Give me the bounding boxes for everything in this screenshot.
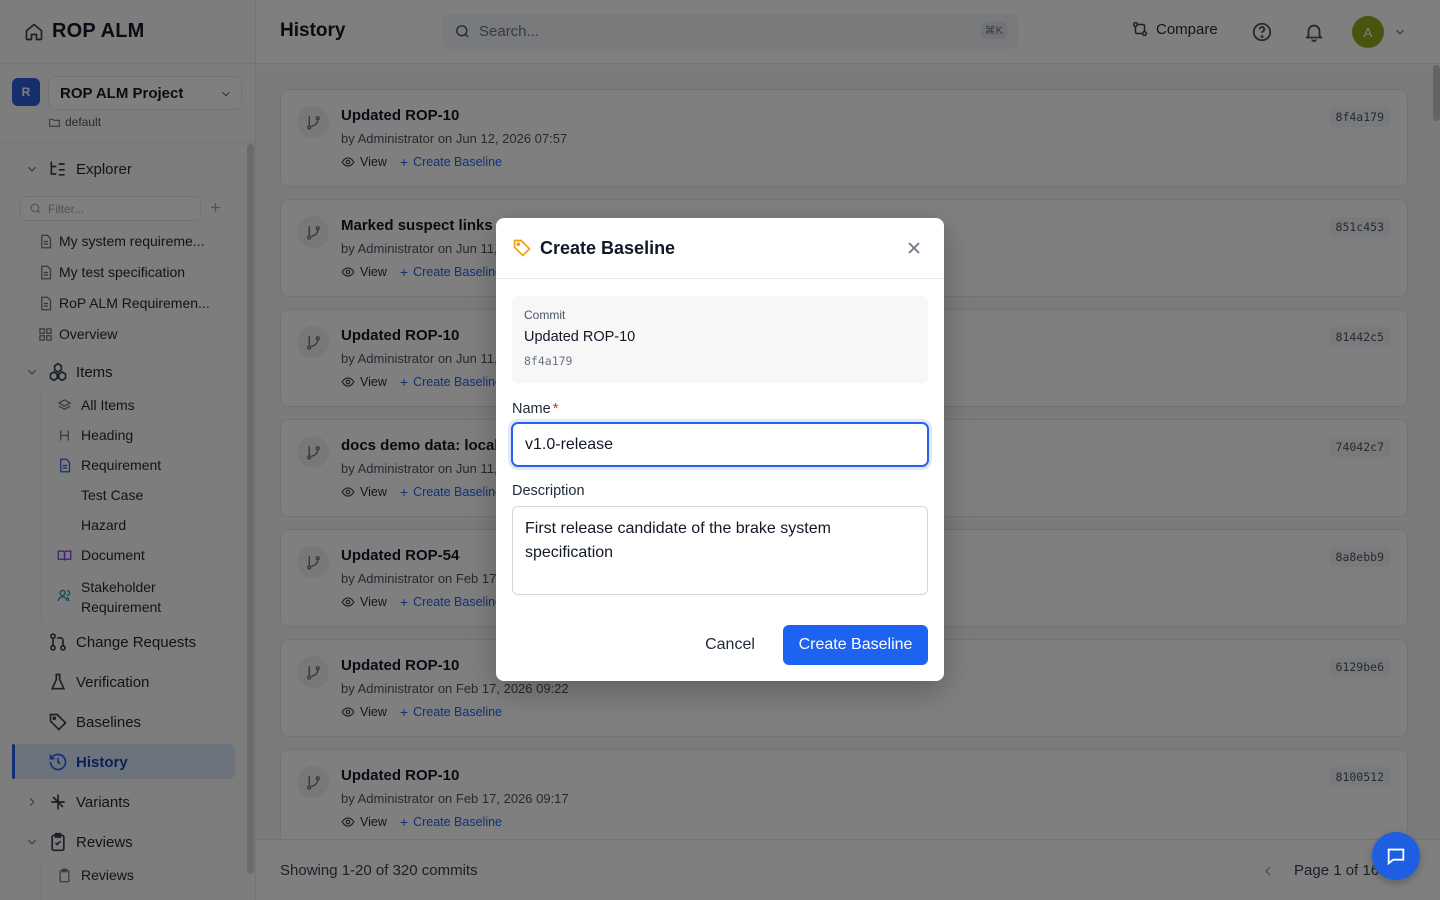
dialog-header: Create Baseline xyxy=(496,218,944,279)
description-label: Description xyxy=(512,483,585,499)
commit-label: Commit xyxy=(524,308,566,322)
tag-icon xyxy=(513,239,531,257)
commit-title: Updated ROP-10 xyxy=(524,329,636,345)
create-baseline-dialog: Create Baseline Commit Updated ROP-10 8f… xyxy=(496,218,944,681)
commit-hash: 8f4a179 xyxy=(524,354,573,368)
cancel-button[interactable]: Cancel xyxy=(691,625,769,665)
required-marker: * xyxy=(552,401,559,417)
dialog-title: Create Baseline xyxy=(540,238,676,258)
commit-summary: Commit Updated ROP-10 8f4a179 xyxy=(512,296,928,383)
close-icon[interactable] xyxy=(904,238,924,258)
chat-icon xyxy=(1387,848,1405,866)
name-field[interactable] xyxy=(511,422,929,467)
description-field[interactable]: First release candidate of the brake sys… xyxy=(512,506,928,595)
create-baseline-button[interactable]: Create Baseline xyxy=(783,625,928,665)
chat-button[interactable] xyxy=(1372,832,1420,880)
name-label: Name * xyxy=(512,401,559,417)
